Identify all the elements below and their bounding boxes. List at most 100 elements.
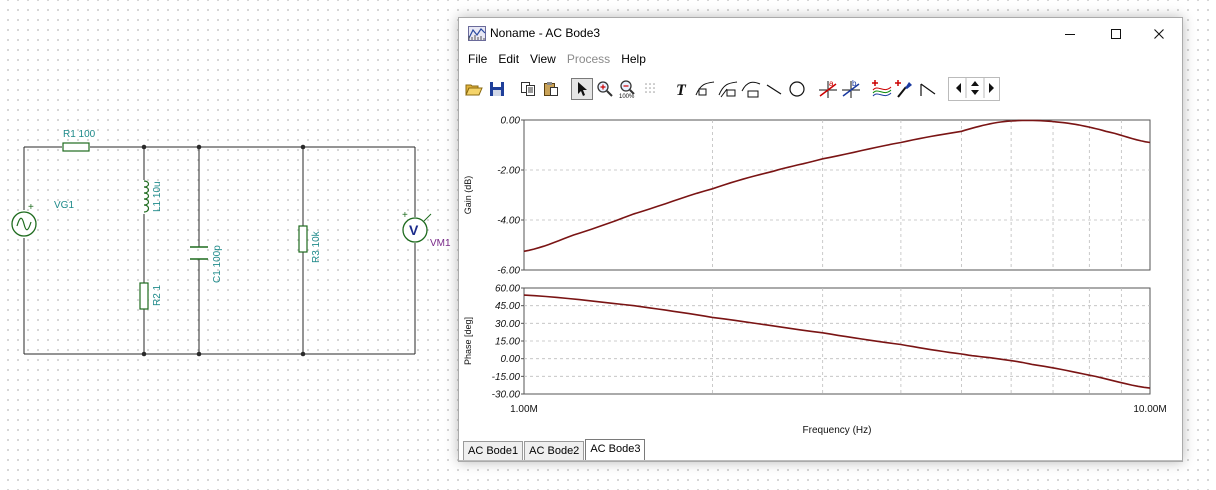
zoom-100-button[interactable]: 100%: [617, 78, 639, 100]
svg-text:b: b: [852, 79, 857, 88]
capacitor-c1[interactable]: [190, 246, 208, 260]
copy-icon: [521, 82, 535, 96]
grid-icon: [645, 83, 655, 93]
phase-ytick-label: 30.00: [495, 319, 520, 330]
marker-button[interactable]: [894, 78, 916, 100]
phase-ytick-label: 0.00: [501, 354, 521, 365]
resistor-r1[interactable]: [62, 142, 90, 152]
menu-bar: File Edit View Process Help: [459, 49, 1182, 69]
circle-button[interactable]: [786, 78, 808, 100]
open-button[interactable]: [463, 78, 485, 100]
voltmeter-vm1[interactable]: V +: [402, 210, 432, 243]
inductor-l1[interactable]: [143, 180, 150, 213]
add-curve-icon: [872, 80, 892, 97]
gain-ytick-label: 0.00: [501, 116, 521, 127]
label-r1: R1 100: [63, 129, 96, 140]
cursor-b-button[interactable]: b: [840, 78, 862, 100]
text-button[interactable]: T: [671, 78, 693, 100]
label-r3: R3 10k: [311, 230, 322, 263]
text-icon: T: [676, 82, 687, 97]
curve-label-3-button[interactable]: [740, 78, 762, 100]
slope-icon: [920, 83, 936, 96]
slope-button[interactable]: [917, 78, 939, 100]
label-vg1: VG1: [54, 200, 74, 211]
menu-process[interactable]: Process: [562, 52, 615, 66]
phase-ytick-label: 45.00: [495, 301, 520, 312]
minimize-button[interactable]: [1047, 18, 1093, 49]
close-icon: [1154, 28, 1164, 39]
svg-text:100%: 100%: [619, 94, 635, 99]
paste-icon: [544, 82, 558, 96]
ac-bode-window[interactable]: Noname - AC Bode3 File Edit View Process…: [458, 17, 1183, 462]
pointer-icon: [578, 82, 587, 96]
toolbar: 100% T a b: [463, 75, 1000, 103]
gain-ytick-label: -2.00: [497, 166, 520, 177]
arrows-icon: [956, 78, 994, 98]
phase-ytick-label: -30.00: [492, 390, 521, 401]
cursor-a-icon: a: [819, 79, 837, 98]
minimize-icon: [1065, 33, 1075, 35]
x-axis-label: Frequency (Hz): [803, 425, 872, 436]
gain-ytick-label: -6.00: [497, 266, 520, 277]
label-l1: L1 10u: [152, 181, 163, 212]
svg-text:+: +: [28, 202, 34, 213]
pointer-button[interactable]: [571, 78, 593, 100]
copy-button[interactable]: [517, 78, 539, 100]
tab-ac-bode-1[interactable]: AC Bode1: [463, 441, 524, 460]
grid-button[interactable]: [640, 78, 662, 100]
curve-label-3-icon: [741, 81, 761, 98]
x-tick-label: 10.00M: [1133, 404, 1166, 415]
curve-label-button[interactable]: [694, 78, 716, 100]
svg-text:+: +: [402, 210, 408, 221]
zoom-in-button[interactable]: [594, 78, 616, 100]
tab-ac-bode-2[interactable]: AC Bode2: [524, 441, 585, 460]
marker-icon: [895, 80, 912, 98]
bode-plot-icon: [468, 26, 486, 41]
curve-label-icon: [695, 81, 715, 96]
arrow-buttons[interactable]: [948, 77, 1000, 101]
maximize-icon: [1111, 28, 1121, 39]
x-tick-label: 1.00M: [510, 404, 538, 415]
zoom-in-icon: [597, 81, 613, 97]
cursor-b-icon: b: [842, 79, 860, 98]
line-button[interactable]: [763, 78, 785, 100]
menu-view[interactable]: View: [525, 52, 561, 66]
maximize-button[interactable]: [1093, 18, 1139, 49]
paste-button[interactable]: [540, 78, 562, 100]
tab-ac-bode-3[interactable]: AC Bode3: [585, 439, 646, 460]
menu-help[interactable]: Help: [616, 52, 651, 66]
close-button[interactable]: [1136, 18, 1182, 49]
add-curve-button[interactable]: [871, 78, 893, 100]
svg-text:T: T: [676, 82, 687, 97]
svg-text:a: a: [829, 79, 834, 88]
gain-plot-frame: [523, 119, 1151, 271]
zoom-100-icon: 100%: [619, 80, 635, 99]
circle-icon: [789, 81, 805, 97]
title-bar[interactable]: Noname - AC Bode3: [459, 18, 1182, 49]
save-icon: [490, 82, 504, 96]
label-c1: C1 100p: [212, 245, 223, 283]
menu-edit[interactable]: Edit: [493, 52, 524, 66]
phase-ytick-label: 15.00: [495, 337, 520, 348]
tab-bar: AC Bode1 AC Bode2 AC Bode3: [463, 439, 646, 460]
label-r2: R2 1: [152, 284, 163, 306]
voltmeter-symbol: V: [409, 222, 419, 238]
line-icon: [766, 84, 782, 95]
phase-ytick-label: 60.00: [495, 284, 520, 295]
cursor-a-button[interactable]: a: [817, 78, 839, 100]
resistor-r3[interactable]: [298, 225, 308, 253]
save-button[interactable]: [486, 78, 508, 100]
curve-label-2-icon: [718, 81, 738, 98]
gain-ytick-label: -4.00: [497, 216, 520, 227]
label-vm1: VM1: [430, 238, 451, 249]
circuit-schematic[interactable]: R1 100 + VG1 L1 10u R2 1 C1 100p R3 10k …: [0, 0, 458, 490]
curve-label-2-button[interactable]: [717, 78, 739, 100]
phase-ytick-label: -15.00: [492, 372, 521, 383]
bode-plot-area[interactable]: 0.00 -2.00 -4.00 -6.00 Gain (dB) 60.00 45.00 30…: [459, 104, 1182, 440]
open-icon: [465, 84, 483, 96]
resistor-r2[interactable]: [139, 282, 149, 310]
phase-axis-label: Phase [deg]: [463, 317, 473, 365]
window-title: Noname - AC Bode3: [490, 26, 601, 40]
menu-file[interactable]: File: [463, 52, 492, 66]
gain-axis-label: Gain (dB): [463, 176, 473, 215]
